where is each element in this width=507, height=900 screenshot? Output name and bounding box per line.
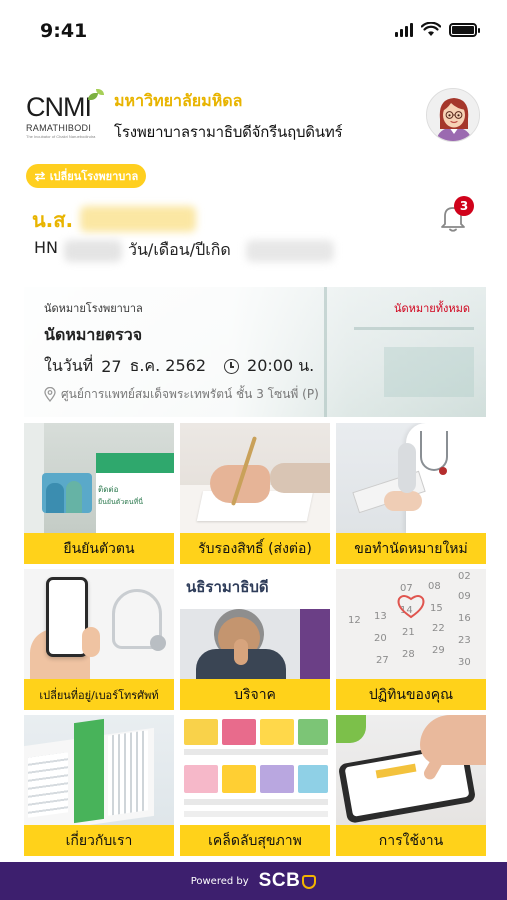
- appointment-time: 20:00 น.: [247, 356, 315, 375]
- kiosk-sign-subtext: ยืนยันตัวตนที่นี่: [98, 498, 143, 506]
- date-prefix: ในวันที่: [44, 356, 94, 375]
- view-all-appointments-link[interactable]: นัดหมายทั้งหมด: [394, 299, 470, 317]
- tile-image: [24, 569, 174, 679]
- switch-hospital-label: เปลี่ยนโรงพยาบาล: [49, 171, 139, 183]
- tile-image: [180, 423, 330, 533]
- logo-tagline: The Incubator of Chakri Naruebodindra: [26, 134, 96, 139]
- tile-image: [336, 715, 486, 825]
- menu-tile-change-contact[interactable]: เปลี่ยนที่อยู่/เบอร์โทรศัพท์: [24, 569, 174, 710]
- tile-label: บริจาค: [180, 679, 330, 710]
- battery-icon: [449, 22, 480, 37]
- menu-tile-referral[interactable]: รับรองสิทธิ์ (ส่งต่อ): [180, 423, 330, 564]
- card-background-decoration: [324, 287, 327, 417]
- svg-text:21: 21: [402, 627, 415, 638]
- appointment-month-year: ธ.ค. 2562: [129, 356, 207, 375]
- avatar[interactable]: [426, 88, 480, 142]
- scb-logo: SCB: [259, 870, 317, 892]
- building-sign-text: นธิรามาธิบดี: [186, 578, 269, 596]
- patient-title-prefix: น.ส.: [32, 208, 74, 232]
- logo-subtitle: RAMATHIBODI: [26, 123, 92, 133]
- svg-text:13: 13: [374, 611, 387, 622]
- calendar-image: 07 0802 14 1509 1312 16 21 2220 28 2923 3027: [348, 571, 471, 668]
- svg-text:02: 02: [458, 571, 471, 582]
- menu-tile-about-us[interactable]: เกี่ยวกับเรา: [24, 715, 174, 856]
- tile-image: ติดต่อ ยืนยันตัวตนที่นี่: [24, 423, 174, 533]
- svg-text:15: 15: [430, 603, 443, 614]
- menu-tile-donate[interactable]: นธิรามาธิบดี บริจาค: [180, 569, 330, 710]
- svg-text:20: 20: [374, 633, 387, 644]
- notification-badge: 3: [454, 196, 474, 216]
- swap-icon: [34, 170, 45, 182]
- patient-name-redacted: [80, 206, 196, 232]
- svg-text:28: 28: [402, 649, 415, 660]
- menu-grid: ติดต่อ ยืนยันตัวตนที่นี่ ยืนยันตัวตน รับ…: [24, 423, 486, 856]
- user-avatar-icon: [427, 89, 479, 141]
- svg-text:23: 23: [458, 635, 471, 646]
- footer: Powered by SCB: [0, 862, 507, 900]
- location-pin-icon: [44, 387, 56, 402]
- svg-text:27: 27: [376, 655, 389, 666]
- scb-logo-icon: [302, 875, 317, 889]
- svg-text:22: 22: [432, 623, 445, 634]
- dob-label: วัน/เดือน/ปีเกิด: [128, 240, 231, 259]
- hospital-name: โรงพยาบาลรามาธิบดีจักรีนฤบดินทร์: [114, 123, 343, 141]
- appointment-day: 27: [101, 357, 122, 376]
- tile-label: เคล็ดลับสุขภาพ: [180, 825, 330, 856]
- svg-text:29: 29: [432, 645, 445, 656]
- tile-label: การใช้งาน: [336, 825, 486, 856]
- tile-label: ปฏิทินของคุณ: [336, 679, 486, 710]
- svg-text:08: 08: [428, 581, 441, 592]
- tile-image: [336, 423, 486, 533]
- university-name: มหาวิทยาลัยมหิดล: [114, 91, 243, 110]
- kiosk-sign-text: ติดต่อ: [98, 485, 119, 494]
- menu-tile-usage[interactable]: การใช้งาน: [336, 715, 486, 856]
- status-time: 9:41: [40, 20, 88, 42]
- hospital-logo: CNMI RAMATHIBODI The Incubator of Chakri…: [26, 89, 104, 148]
- tile-image: 07 08 02 14 15 09 13 12 16 21 22 20 28 29 23 30 27: [336, 569, 486, 679]
- status-icons: [395, 22, 480, 37]
- appointment-section-label: นัดหมายโรงพยาบาล: [44, 302, 143, 315]
- tile-label: ขอทำนัดหมายใหม่: [336, 533, 486, 564]
- menu-tile-verify-identity[interactable]: ติดต่อ ยืนยันตัวตนที่นี่ ยืนยันตัวตน: [24, 423, 174, 564]
- menu-tile-health-tips[interactable]: เคล็ดลับสุขภาพ: [180, 715, 330, 856]
- tile-image: [180, 715, 330, 825]
- status-bar: 9:41: [0, 0, 507, 60]
- signal-icon: [395, 22, 413, 37]
- wifi-icon: [421, 22, 441, 36]
- appointment-card[interactable]: นัดหมายโรงพยาบาล นัดหมายทั้งหมด นัดหมายต…: [24, 287, 486, 417]
- switch-hospital-button[interactable]: เปลี่ยนโรงพยาบาล: [26, 164, 146, 188]
- scb-brand-text: SCB: [258, 870, 301, 891]
- tile-image: [24, 715, 174, 825]
- tile-label: ยืนยันตัวตน: [24, 533, 174, 564]
- svg-text:16: 16: [458, 613, 471, 624]
- card-background-decoration: [354, 327, 474, 330]
- svg-text:07: 07: [400, 583, 413, 594]
- tile-label: เกี่ยวกับเรา: [24, 825, 174, 856]
- svg-text:09: 09: [458, 591, 471, 602]
- svg-text:30: 30: [458, 657, 471, 668]
- menu-tile-new-appointment[interactable]: ขอทำนัดหมายใหม่: [336, 423, 486, 564]
- hn-value-redacted: [64, 240, 122, 262]
- powered-by-label: Powered by: [190, 875, 249, 887]
- tile-image: นธิรามาธิบดี: [180, 569, 330, 679]
- appointment-title: นัดหมายตรวจ: [44, 325, 143, 344]
- hn-label: HN: [34, 238, 58, 257]
- card-background-decoration: [384, 347, 474, 397]
- appointment-datetime: ในวันที่ 27 ธ.ค. 2562 20:00 น.: [44, 354, 314, 379]
- tile-label: รับรองสิทธิ์ (ส่งต่อ): [180, 533, 330, 564]
- clock-icon: [224, 359, 240, 374]
- menu-tile-calendar[interactable]: 07 08 02 14 15 09 13 12 16 21 22 20 28 29 23 30 27 …: [336, 569, 486, 710]
- location-text: ศูนย์การแพทย์สมเด็จพระเทพรัตน์ ชั้น 3 โซ…: [61, 387, 319, 401]
- svg-text:12: 12: [348, 615, 361, 626]
- tile-label: เปลี่ยนที่อยู่/เบอร์โทรศัพท์: [24, 679, 174, 710]
- appointment-location: ศูนย์การแพทย์สมเด็จพระเทพรัตน์ ชั้น 3 โซ…: [44, 385, 319, 404]
- dob-value-redacted: [246, 240, 334, 262]
